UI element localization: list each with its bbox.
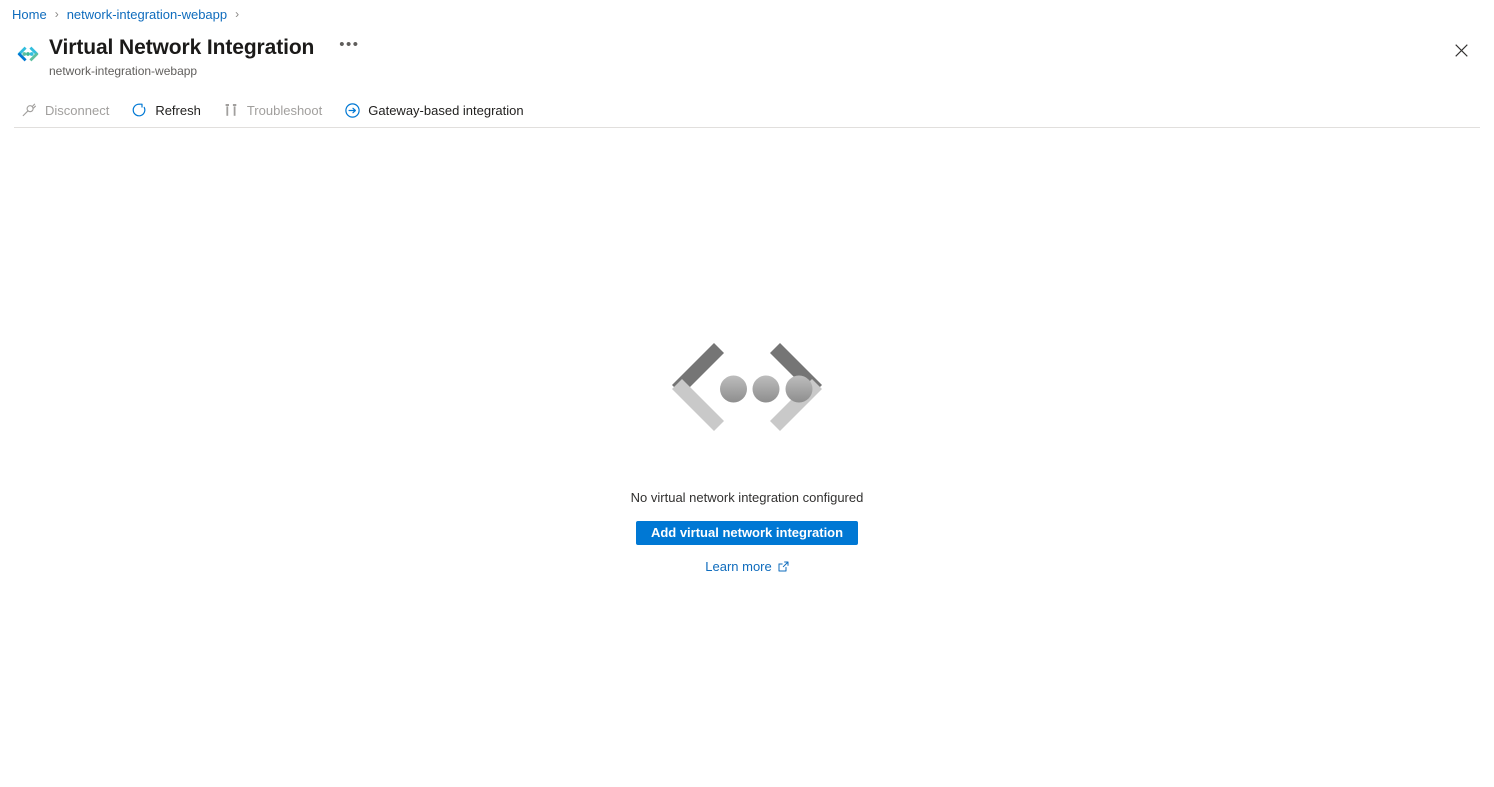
virtual-network-integration-icon <box>12 38 44 70</box>
page-title-row: Virtual Network Integration ••• <box>49 34 365 62</box>
page-header-texts: Virtual Network Integration ••• network-… <box>49 34 365 79</box>
breadcrumb-separator: › <box>54 7 59 21</box>
breadcrumb-item-home[interactable]: Home <box>12 7 47 22</box>
breadcrumb-item-webapp[interactable]: network-integration-webapp <box>67 7 227 22</box>
toolbar-label-gateway-based-integration: Gateway-based integration <box>368 102 524 118</box>
breadcrumb: Home › network-integration-webapp › <box>0 0 1494 28</box>
learn-more-label: Learn more <box>705 559 772 574</box>
page-title: Virtual Network Integration <box>49 36 315 59</box>
toolbar-label-troubleshoot: Troubleshoot <box>246 102 323 118</box>
command-toolbar: Disconnect Refresh Troubleshoot Gateway-… <box>0 93 1494 127</box>
page-subtitle: network-integration-webapp <box>49 64 198 78</box>
toolbar-button-troubleshoot[interactable]: Troubleshoot <box>216 95 331 125</box>
empty-state: No virtual network integration configure… <box>0 128 1494 787</box>
toolbar-label-disconnect: Disconnect <box>45 102 110 118</box>
disconnect-plug-icon <box>18 101 40 119</box>
breadcrumb-separator: › <box>235 7 240 21</box>
toolbar-button-gateway-based-integration[interactable]: Gateway-based integration <box>337 95 532 125</box>
more-options-button[interactable]: ••• <box>334 37 364 59</box>
page-header: Virtual Network Integration ••• network-… <box>0 28 1494 79</box>
close-icon <box>1454 43 1468 57</box>
add-virtual-network-integration-button[interactable]: Add virtual network integration <box>635 521 859 545</box>
troubleshoot-tools-icon <box>220 101 242 119</box>
chevron-dots-illustration <box>667 340 827 444</box>
empty-state-message: No virtual network integration configure… <box>630 490 864 505</box>
arrow-right-circle-icon <box>341 101 363 119</box>
toolbar-button-disconnect[interactable]: Disconnect <box>14 95 118 125</box>
close-button[interactable] <box>1446 35 1476 65</box>
refresh-icon <box>128 101 150 119</box>
toolbar-label-refresh: Refresh <box>155 102 201 118</box>
external-link-icon <box>778 561 789 572</box>
learn-more-link[interactable]: Learn more <box>705 559 789 574</box>
toolbar-button-refresh[interactable]: Refresh <box>124 95 210 125</box>
